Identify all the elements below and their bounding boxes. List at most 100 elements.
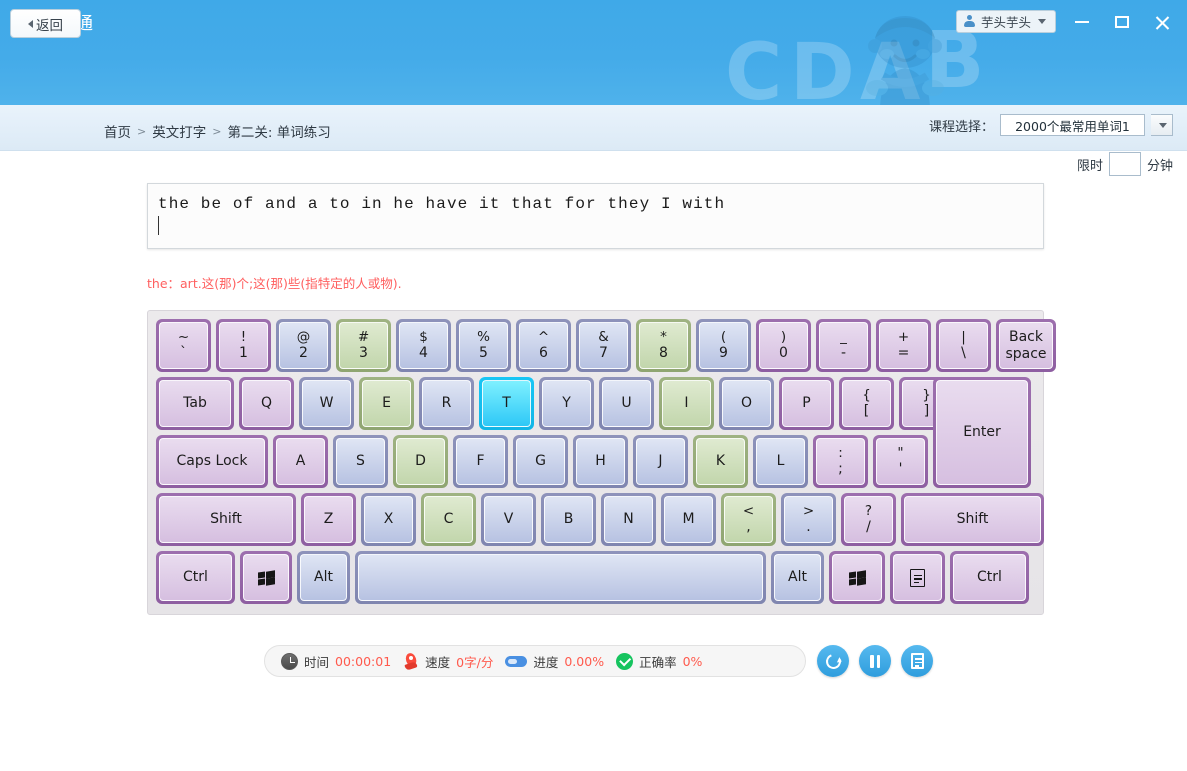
key-2[interactable]: @2 xyxy=(276,319,331,372)
key-quote[interactable]: " ' xyxy=(873,435,928,488)
key-ctrl-left[interactable]: Ctrl xyxy=(156,551,235,604)
key-b-face: B xyxy=(544,496,593,543)
key-win-left[interactable] xyxy=(240,551,292,604)
key-7[interactable]: & 7 xyxy=(576,319,631,372)
minimize-button[interactable] xyxy=(1065,8,1099,36)
user-menu-button[interactable]: 芋头芋头 xyxy=(956,10,1056,33)
key-g-face: G xyxy=(516,438,565,485)
key-equals[interactable]: + = xyxy=(876,319,931,372)
key-alt-left[interactable]: Alt xyxy=(297,551,350,604)
key-6[interactable]: ^ 6 xyxy=(516,319,571,372)
key-w[interactable]: W xyxy=(299,377,354,430)
clock-icon xyxy=(281,652,298,670)
course-select-value[interactable]: 2000个最常用单词1 xyxy=(1000,114,1145,136)
key-b[interactable]: B xyxy=(541,493,596,546)
key-8[interactable]: * 8 xyxy=(636,319,691,372)
key-space[interactable] xyxy=(355,551,766,604)
pause-button[interactable] xyxy=(859,645,891,677)
key-z-label: Z xyxy=(323,511,334,528)
key-p-face: P xyxy=(782,380,831,427)
key-shift-left[interactable]: Shift xyxy=(156,493,296,546)
key-1[interactable]: ! 1 xyxy=(216,319,271,372)
key-l[interactable]: L xyxy=(753,435,808,488)
key-menu[interactable] xyxy=(890,551,945,604)
key-slash[interactable]: ? / xyxy=(841,493,896,546)
maximize-button[interactable] xyxy=(1105,8,1139,36)
key-win-right[interactable] xyxy=(829,551,885,604)
course-select-label: 课程选择： xyxy=(928,119,994,135)
key-j[interactable]: J xyxy=(633,435,688,488)
key-5-shift-label: % xyxy=(477,328,490,345)
key-slash-label: / xyxy=(866,519,871,536)
stat-speed-value: 0字/分 xyxy=(456,654,494,670)
key-slash-face: ? / xyxy=(844,496,893,543)
key-m-label: M xyxy=(682,511,695,528)
key-comma[interactable]: <, xyxy=(721,493,776,546)
key-5[interactable]: % 5 xyxy=(456,319,511,372)
key-period[interactable]: >. xyxy=(781,493,836,546)
key-0[interactable]: ) 0 xyxy=(756,319,811,372)
key-tab[interactable]: Tab xyxy=(156,377,234,430)
key-capslock[interactable]: Caps Lock xyxy=(156,435,268,488)
key-alt-right-face: Alt xyxy=(774,554,821,601)
key-r[interactable]: R xyxy=(419,377,474,430)
key-p[interactable]: P xyxy=(779,377,834,430)
key-backslash[interactable]: | \ xyxy=(936,319,991,372)
key-4[interactable]: $4 xyxy=(396,319,451,372)
text-caret xyxy=(158,216,159,235)
key-semicolon-label: ; xyxy=(838,461,843,478)
key-s[interactable]: S xyxy=(333,435,388,488)
key-e[interactable]: E xyxy=(359,377,414,430)
key-i[interactable]: I xyxy=(659,377,714,430)
key-t[interactable]: T xyxy=(479,377,534,430)
close-button[interactable] xyxy=(1145,8,1179,36)
course-select-dropdown-button[interactable] xyxy=(1151,114,1173,136)
key-d[interactable]: D xyxy=(393,435,448,488)
key-1-shift-label: ! xyxy=(240,328,247,345)
key-9[interactable]: (9 xyxy=(696,319,751,372)
key-semicolon[interactable]: :; xyxy=(813,435,868,488)
keyboard-row-3: Caps Lock A S D F G H J K L:; " ' Enter xyxy=(156,377,1035,488)
key-m[interactable]: M xyxy=(661,493,716,546)
key-v[interactable]: V xyxy=(481,493,536,546)
back-button[interactable]: 返回 xyxy=(10,9,81,38)
breadcrumb-item-english-typing[interactable]: 英文打字 xyxy=(152,121,206,141)
key-bracketleft[interactable]: {[ xyxy=(839,377,894,430)
key-i-label: I xyxy=(684,395,689,412)
key-backspace[interactable]: Back space xyxy=(996,319,1056,372)
key-backquote[interactable]: ~ ` xyxy=(156,319,211,372)
key-minus[interactable]: _ - xyxy=(816,319,871,372)
typing-area[interactable]: the be of and a to in he have it that fo… xyxy=(147,183,1044,249)
key-1-label: 1 xyxy=(239,345,248,362)
key-c[interactable]: C xyxy=(421,493,476,546)
time-limit-input[interactable] xyxy=(1108,152,1141,176)
key-x[interactable]: X xyxy=(361,493,416,546)
back-button-label: 返回 xyxy=(36,17,63,34)
key-g[interactable]: G xyxy=(513,435,568,488)
key-ctrl-right[interactable]: Ctrl xyxy=(950,551,1029,604)
breadcrumb-item-home[interactable]: 首页 xyxy=(104,121,131,141)
key-u[interactable]: U xyxy=(599,377,654,430)
key-1-face: ! 1 xyxy=(219,322,268,369)
key-n[interactable]: N xyxy=(601,493,656,546)
report-button[interactable] xyxy=(901,645,933,677)
key-alt-right[interactable]: Alt xyxy=(771,551,824,604)
user-icon xyxy=(963,15,976,28)
key-3[interactable]: #3 xyxy=(336,319,391,372)
key-y[interactable]: Y xyxy=(539,377,594,430)
restart-button[interactable] xyxy=(817,645,849,677)
key-k[interactable]: K xyxy=(693,435,748,488)
key-c-label: C xyxy=(443,511,454,528)
key-z[interactable]: Z xyxy=(301,493,356,546)
key-enter[interactable]: Enter xyxy=(933,377,1031,488)
key-t-label: T xyxy=(502,395,511,412)
key-f[interactable]: F xyxy=(453,435,508,488)
key-enter-face: Enter xyxy=(936,380,1028,485)
key-k-face: K xyxy=(696,438,745,485)
key-o[interactable]: O xyxy=(719,377,774,430)
key-a[interactable]: A xyxy=(273,435,328,488)
key-q[interactable]: Q xyxy=(239,377,294,430)
key-h[interactable]: H xyxy=(573,435,628,488)
key-8-label: 8 xyxy=(659,345,668,362)
key-shift-right[interactable]: Shift xyxy=(901,493,1044,546)
